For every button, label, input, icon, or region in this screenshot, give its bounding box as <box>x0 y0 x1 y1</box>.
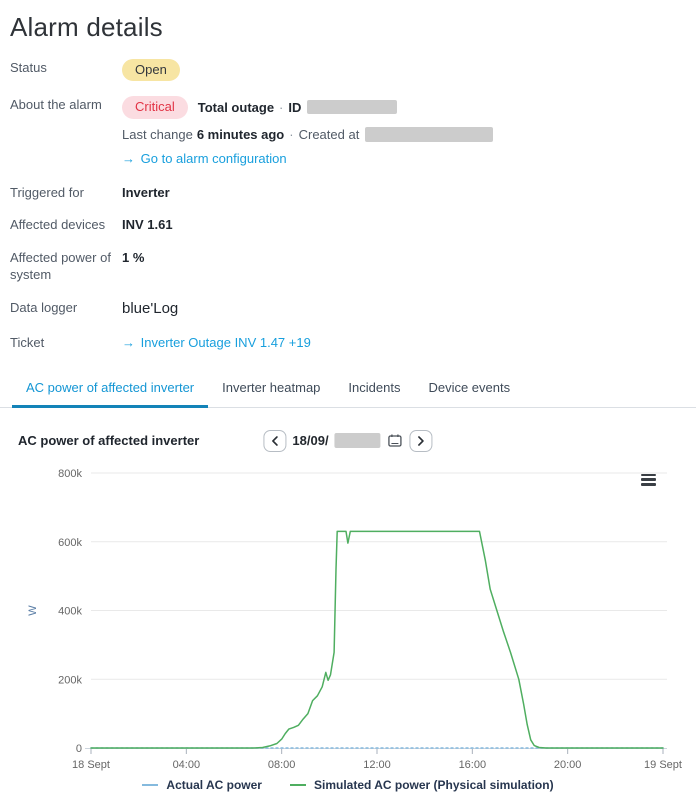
ticket-link[interactable]: → Inverter Outage INV 1.47 +19 <box>122 335 311 350</box>
legend-item-simulated-ac-power[interactable]: Simulated AC power (Physical simulation) <box>290 778 554 792</box>
svg-text:W: W <box>27 604 39 615</box>
svg-text:08:00: 08:00 <box>268 759 296 771</box>
arrow-right-icon: → <box>122 151 135 166</box>
svg-text:0: 0 <box>76 743 82 755</box>
calendar-button[interactable] <box>388 433 403 448</box>
redacted-date-year <box>335 433 381 448</box>
triggered-for-value: Inverter <box>114 180 170 202</box>
chart-area: 0 200k 400k 600k 800k W 18 Sept 04:00 08:00 12:00… <box>0 460 696 772</box>
status-badge: Open <box>122 59 180 81</box>
chevron-left-icon <box>270 436 279 446</box>
tab-bar: AC power of affected inverter Inverter h… <box>0 370 696 408</box>
ticket-label: Ticket <box>10 330 114 352</box>
chart-context-menu-button[interactable] <box>641 474 656 486</box>
data-logger-row: Data logger blue'Log <box>10 295 696 319</box>
status-label: Status <box>10 55 114 77</box>
id-label: ID <box>288 99 301 117</box>
chevron-right-icon <box>417 436 426 446</box>
severity-badge: Critical <box>122 96 188 118</box>
chart-title: AC power of affected inverter <box>18 433 199 448</box>
alarm-details-page: Alarm details Status Open About the alar… <box>0 0 696 792</box>
legend-label: Actual AC power <box>166 778 262 792</box>
arrow-right-icon: → <box>122 335 135 350</box>
svg-text:12:00: 12:00 <box>363 759 391 771</box>
page-title: Alarm details <box>0 12 696 43</box>
legend-item-actual-ac-power[interactable]: Actual AC power <box>142 778 262 792</box>
about-label: About the alarm <box>10 92 114 114</box>
affected-power-value: 1 % <box>114 245 144 267</box>
legend-label: Simulated AC power (Physical simulation) <box>314 778 554 792</box>
ac-power-chart: 0 200k 400k 600k 800k W 18 Sept 04:00 08:00 12:00… <box>0 460 696 772</box>
calendar-icon <box>388 433 403 448</box>
last-change-label: Last change <box>122 126 193 144</box>
separator: · <box>289 126 293 144</box>
triggered-for-label: Triggered for <box>10 180 114 202</box>
status-row: Status Open <box>10 55 696 81</box>
svg-text:18 Sept: 18 Sept <box>72 759 110 771</box>
affected-devices-row: Affected devices INV 1.61 <box>10 212 696 234</box>
svg-text:16:00: 16:00 <box>459 759 487 771</box>
selected-date: 18/09/ <box>292 433 328 448</box>
data-logger-label: Data logger <box>10 295 114 317</box>
about-row: About the alarm Critical Total outage · … <box>10 92 696 167</box>
affected-power-label: Affected power of system <box>10 245 114 284</box>
affected-devices-label: Affected devices <box>10 212 114 234</box>
svg-text:04:00: 04:00 <box>173 759 201 771</box>
tab-ac-power-of-affected-inverter[interactable]: AC power of affected inverter <box>12 370 208 407</box>
chart-header: AC power of affected inverter 18/09/ <box>0 430 696 456</box>
date-navigation: 18/09/ <box>263 430 432 452</box>
data-logger-value: blue'Log <box>114 295 178 319</box>
alarm-configuration-link[interactable]: → Go to alarm configuration <box>122 150 287 168</box>
svg-text:400k: 400k <box>58 605 82 617</box>
actual-series-swatch-icon <box>142 784 158 786</box>
hamburger-menu-icon <box>641 474 656 477</box>
svg-text:800k: 800k <box>58 468 82 480</box>
tab-device-events[interactable]: Device events <box>414 370 524 407</box>
triggered-for-row: Triggered for Inverter <box>10 180 696 202</box>
chart-legend: Actual AC power Simulated AC power (Phys… <box>0 778 696 792</box>
redacted-created-at <box>365 127 493 142</box>
alarm-type: Total outage <box>198 99 274 117</box>
affected-devices-value: INV 1.61 <box>114 212 173 234</box>
created-at-label: Created at <box>299 126 360 144</box>
svg-text:200k: 200k <box>58 674 82 686</box>
redacted-alarm-id <box>307 100 397 114</box>
next-day-button[interactable] <box>410 430 433 452</box>
previous-day-button[interactable] <box>263 430 286 452</box>
affected-power-row: Affected power of system 1 % <box>10 245 696 284</box>
svg-text:19 Sept: 19 Sept <box>644 759 682 771</box>
separator: · <box>279 99 283 117</box>
tab-inverter-heatmap[interactable]: Inverter heatmap <box>208 370 334 407</box>
alarm-detail-rows: Status Open About the alarm Critical Tot… <box>0 55 696 352</box>
svg-text:20:00: 20:00 <box>554 759 582 771</box>
ticket-row: Ticket → Inverter Outage INV 1.47 +19 <box>10 330 696 352</box>
simulated-series-swatch-icon <box>290 784 306 786</box>
tab-incidents[interactable]: Incidents <box>334 370 414 407</box>
svg-text:600k: 600k <box>58 536 82 548</box>
last-change-value: 6 minutes ago <box>197 126 284 144</box>
